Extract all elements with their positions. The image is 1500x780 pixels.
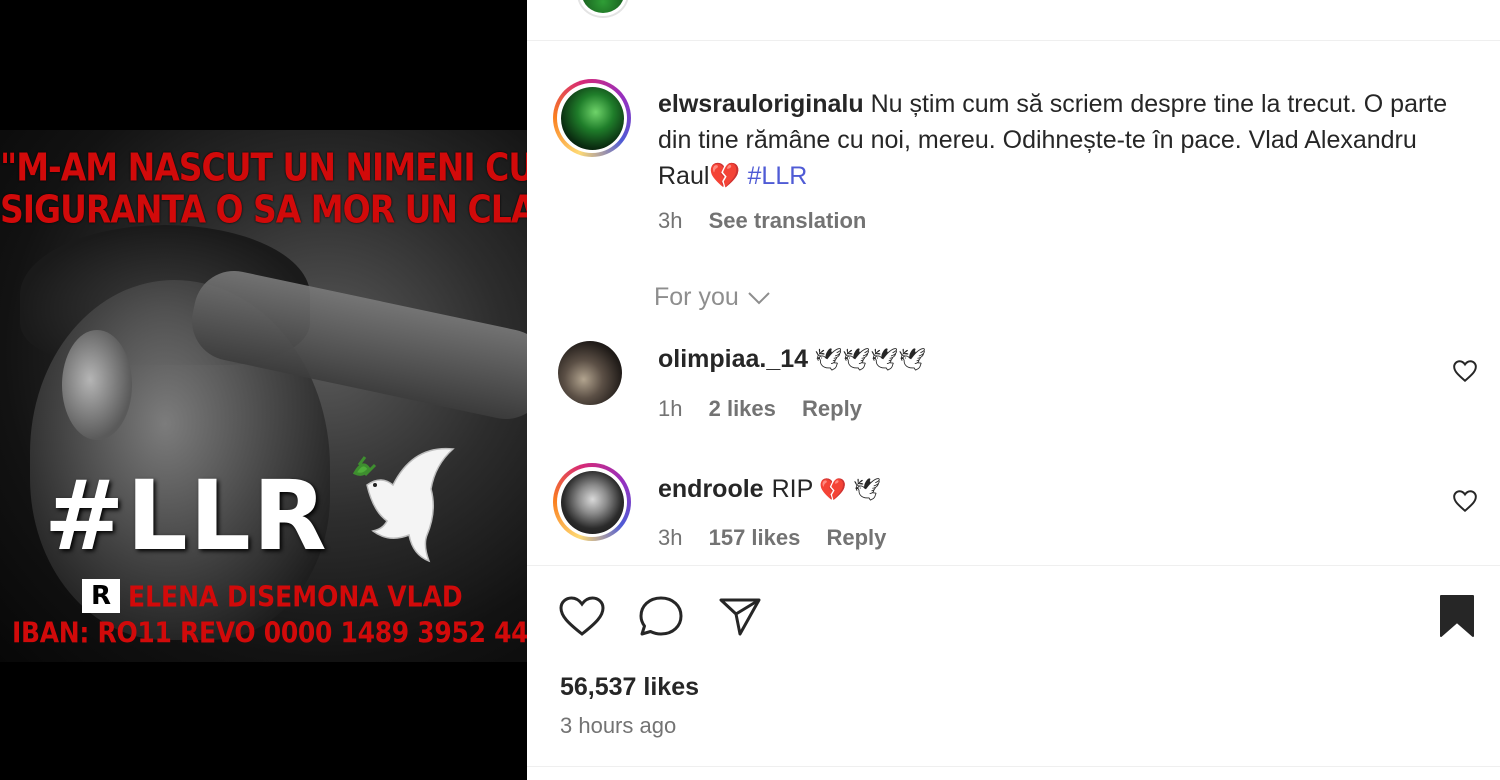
divider	[527, 40, 1500, 41]
poster-quote-line2: SIGURANTA O SA MOR UN CLASIC"	[0, 187, 527, 232]
comment-likes[interactable]: 2 likes	[709, 396, 776, 421]
share-paper-plane-icon[interactable]	[716, 594, 764, 638]
comment-like-heart-icon[interactable]	[1452, 358, 1478, 384]
caption-meta: 3h See translation	[658, 208, 886, 234]
save-bookmark-icon[interactable]	[1433, 594, 1481, 638]
post-caption: elwsrauloriginalu Nu știm cum să scriem …	[658, 86, 1458, 194]
comment-likes[interactable]: 157 likes	[709, 525, 801, 550]
reply-button[interactable]: Reply	[802, 396, 862, 421]
comment-item: olimpiaa._14 🕊🕊🕊🕊	[658, 345, 926, 374]
dove-emoji: 🕊🕊🕊🕊	[814, 346, 926, 372]
likes-count[interactable]: 56,537 likes	[560, 673, 699, 702]
comment-item: endroole RIP 💔 🕊	[658, 475, 881, 504]
comment-username[interactable]: endroole	[658, 475, 764, 504]
poster-donee-name: ELENA DISEMONA VLAD	[128, 579, 463, 614]
dove-icon	[352, 447, 455, 563]
comment-emoji: 💔 🕊	[819, 476, 881, 502]
author-avatar[interactable]	[553, 79, 631, 157]
comment-bubble-icon[interactable]	[637, 594, 685, 638]
like-heart-icon[interactable]	[558, 594, 606, 638]
caption-hashtag-link[interactable]: #LLR	[748, 162, 808, 190]
comments-filter-dropdown[interactable]: For you	[654, 283, 771, 312]
broken-heart-emoji: 💔	[709, 162, 741, 190]
chevron-down-icon	[748, 291, 770, 304]
reply-button[interactable]: Reply	[826, 525, 886, 550]
caption-time[interactable]: 3h	[658, 208, 682, 233]
comment-like-heart-icon[interactable]	[1452, 488, 1478, 514]
poster-hashtag: #LLR	[44, 460, 329, 572]
poster-quote-line1: "M-AM NASCUT UN NIMENI CU	[0, 145, 527, 190]
ear-shape	[62, 330, 132, 440]
comment-time[interactable]: 3h	[658, 525, 682, 550]
post-timestamp[interactable]: 3 hours ago	[560, 713, 676, 739]
post-media[interactable]: "M-AM NASCUT UN NIMENI CU SIGURANTA O SA…	[0, 0, 527, 780]
comment-meta: 3h 157 likes Reply	[658, 525, 906, 551]
comment-meta: 1h 2 likes Reply	[658, 396, 882, 422]
comment-avatar[interactable]	[558, 341, 622, 405]
see-translation-button[interactable]: See translation	[709, 208, 867, 233]
comment-text: RIP	[771, 475, 814, 503]
comment-username[interactable]: olimpiaa._14	[658, 345, 808, 374]
caption-username[interactable]: elwsrauloriginalu	[658, 90, 864, 118]
brand-logo: R	[82, 579, 120, 613]
comment-time[interactable]: 1h	[658, 396, 682, 421]
divider	[527, 766, 1500, 767]
post-image: "M-AM NASCUT UN NIMENI CU SIGURANTA O SA…	[0, 130, 527, 662]
post-details-panel: elwsrauloriginalu Nu știm cum să scriem …	[527, 0, 1500, 780]
poster-iban: IBAN: RO11 REVO 0000 1489 3952 4495	[12, 615, 527, 650]
comments-filter-label: For you	[654, 283, 739, 311]
comment-avatar[interactable]	[553, 463, 631, 541]
header-avatar[interactable]	[579, 0, 627, 16]
divider	[527, 565, 1500, 566]
